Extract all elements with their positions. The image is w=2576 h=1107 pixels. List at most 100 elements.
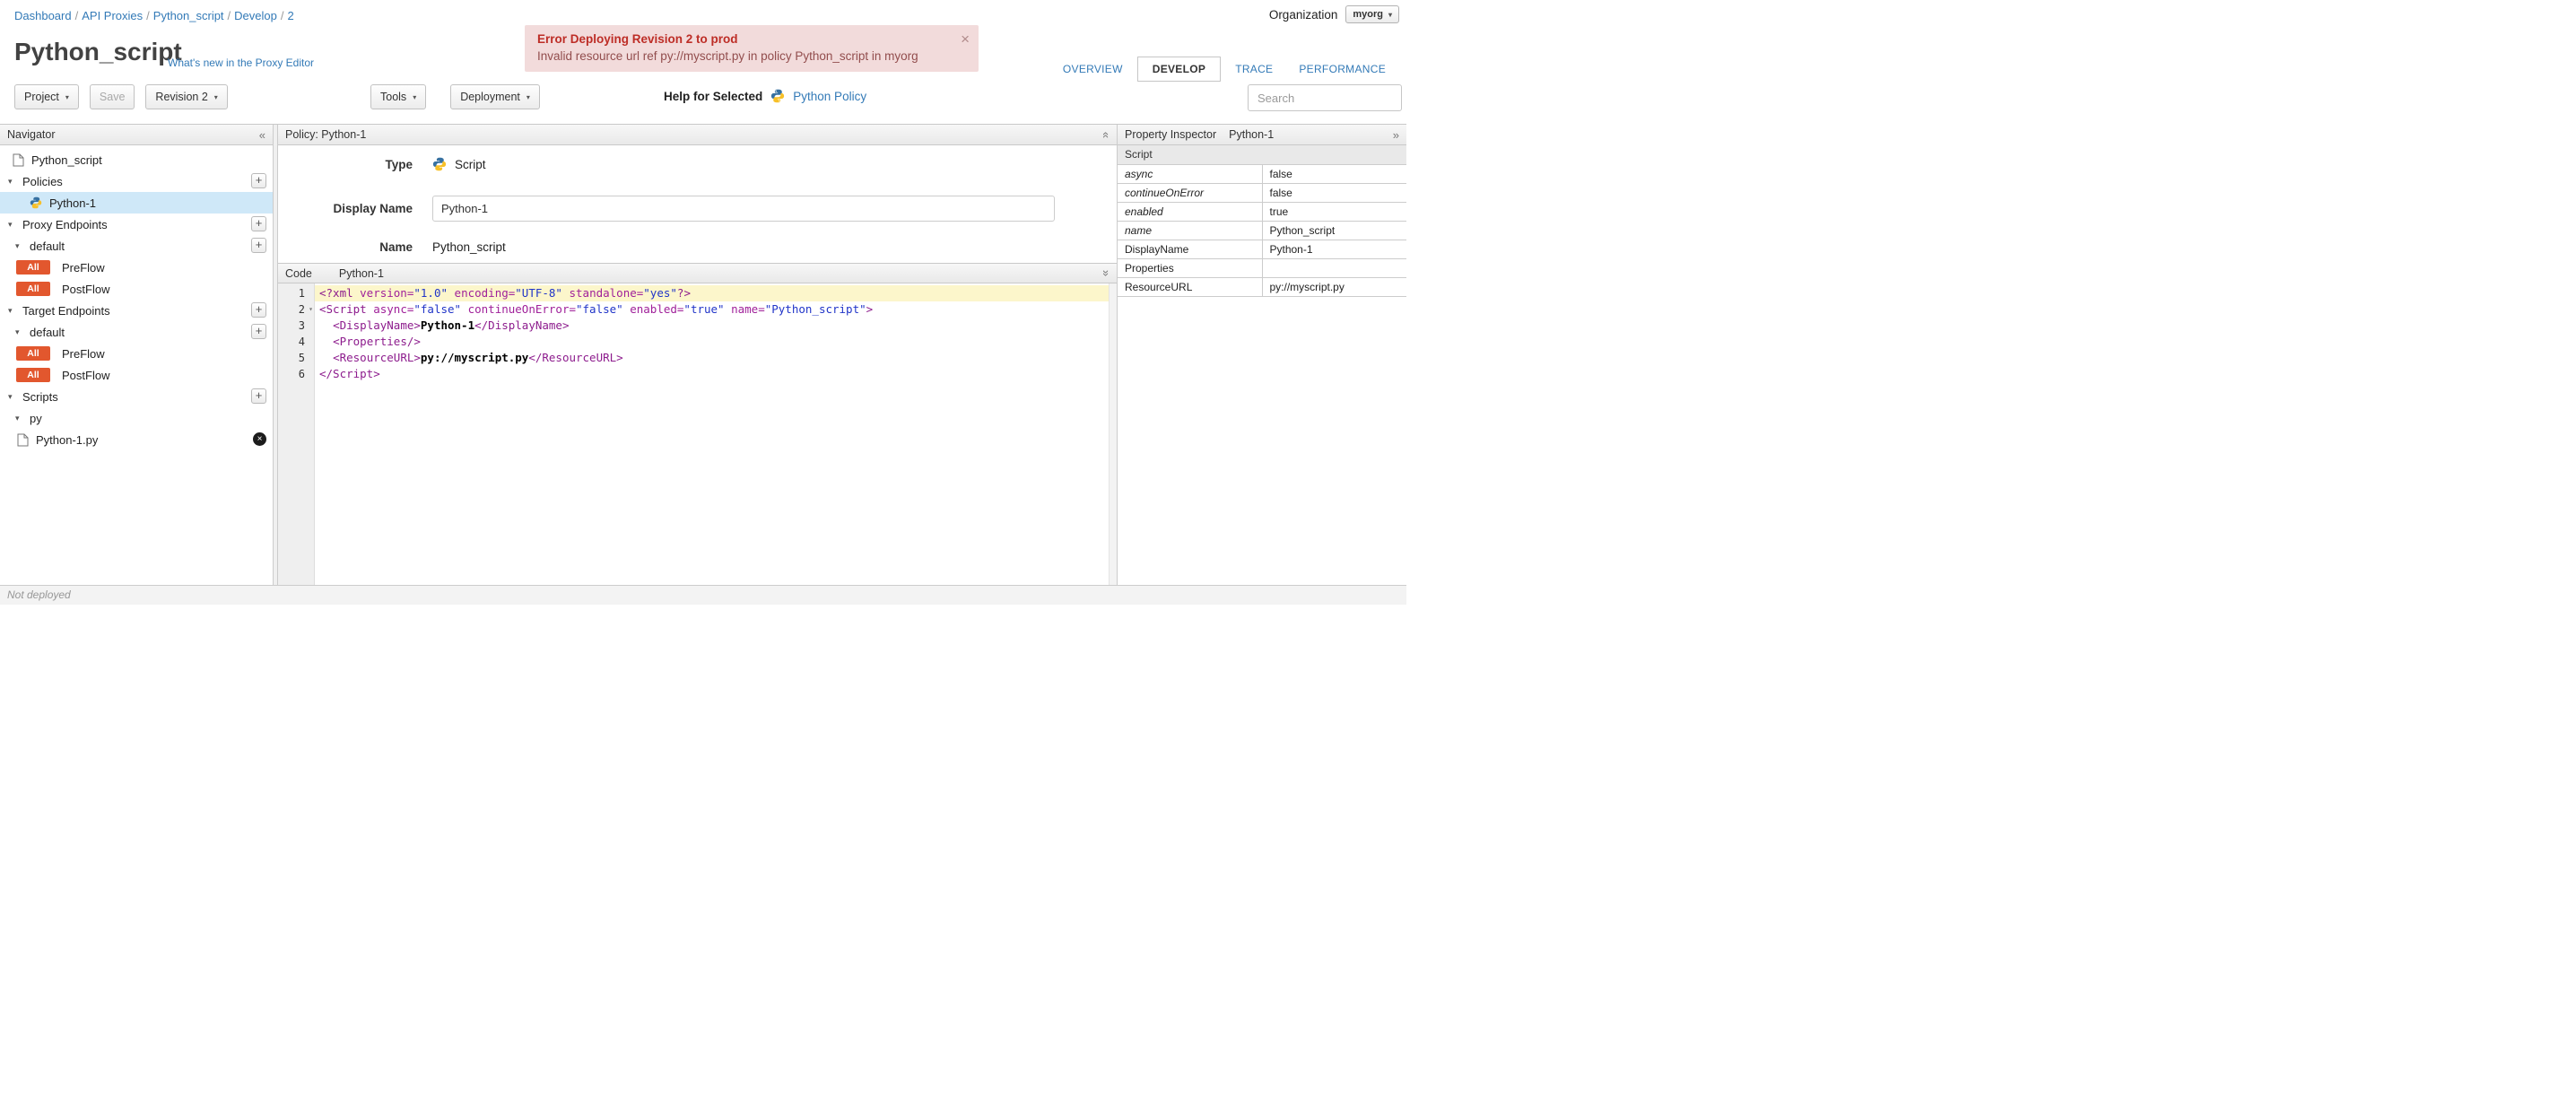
collapse-section-icon[interactable]: «: [1100, 131, 1113, 137]
code-line[interactable]: <DisplayName>Python-1</DisplayName>: [315, 318, 1109, 334]
save-button[interactable]: Save: [89, 84, 135, 109]
code-line[interactable]: <Properties/>: [315, 334, 1109, 350]
delete-script-icon[interactable]: ×: [253, 432, 266, 446]
triangle-down-icon[interactable]: ▾: [8, 220, 17, 230]
triangle-down-icon[interactable]: ▾: [8, 392, 17, 402]
line-number: 5: [298, 352, 305, 364]
deployment-menu-button[interactable]: Deployment ▾: [450, 84, 540, 109]
code-line[interactable]: <Script async="false" continueOnError="f…: [315, 301, 1109, 318]
type-label: Type: [385, 157, 413, 171]
property-key: ResourceURL: [1118, 277, 1263, 297]
toolbar-left-group: Project ▾ Save Revision 2 ▾: [14, 84, 228, 109]
line-number: 6: [298, 368, 305, 380]
breadcrumb-revision[interactable]: 2: [288, 9, 294, 22]
property-value[interactable]: true: [1262, 202, 1406, 222]
property-key: DisplayName: [1118, 240, 1263, 259]
tab-trace[interactable]: TRACE: [1223, 57, 1284, 81]
property-row-name: name Python_script: [1118, 221, 1406, 240]
property-value[interactable]: false: [1262, 164, 1406, 184]
property-key: async: [1118, 164, 1263, 184]
add-target-endpoint-button[interactable]: +: [251, 302, 266, 318]
code-editor[interactable]: 1 2 ▾ 3 4 5 6 <?xml version="1.0" encoding="UT…: [278, 283, 1117, 585]
add-proxy-flow-button[interactable]: +: [251, 238, 266, 253]
tree-item-label: PostFlow: [62, 282, 110, 296]
project-menu-button[interactable]: Project ▾: [14, 84, 79, 109]
property-inspector-title: Property Inspector: [1125, 128, 1217, 141]
tree-item-label: py: [30, 411, 42, 425]
revision-menu-button[interactable]: Revision 2 ▾: [145, 84, 228, 109]
tools-menu-label: Tools: [380, 91, 407, 103]
close-icon[interactable]: ×: [961, 31, 970, 48]
type-value: Script: [455, 157, 486, 171]
code-header: Code Python-1 »: [278, 263, 1117, 283]
caret-down-icon: ▾: [65, 92, 69, 101]
status-bar: Not deployed: [0, 585, 1406, 605]
policy-header-title: Policy: Python-1: [285, 128, 367, 141]
tree-item-proxy-postflow[interactable]: All PostFlow: [0, 278, 273, 300]
line-number: 4: [298, 336, 305, 348]
expand-section-icon[interactable]: »: [1100, 270, 1113, 276]
tree-item-python-1-py[interactable]: Python-1.py ×: [0, 429, 273, 450]
add-proxy-endpoint-button[interactable]: +: [251, 216, 266, 231]
tree-item-policy-python-1[interactable]: Python-1: [0, 192, 273, 214]
tab-overview[interactable]: OVERVIEW: [1051, 57, 1135, 81]
organization-value: myorg: [1353, 9, 1383, 20]
add-policy-button[interactable]: +: [251, 173, 266, 188]
property-row-async: async false: [1118, 164, 1406, 184]
code-line[interactable]: <?xml version="1.0" encoding="UTF-8" sta…: [315, 285, 1109, 301]
breadcrumb-api-proxies[interactable]: API Proxies: [82, 9, 143, 22]
add-target-flow-button[interactable]: +: [251, 324, 266, 339]
tree-item-proxy-preflow[interactable]: All PreFlow: [0, 257, 273, 278]
whats-new-link[interactable]: What's new in the Proxy Editor: [168, 57, 314, 69]
tree-section-target-endpoints[interactable]: ▾ Target Endpoints +: [0, 300, 273, 321]
property-value[interactable]: [1262, 258, 1406, 278]
code-scrollbar[interactable]: [1109, 283, 1117, 585]
all-badge: All: [16, 346, 50, 361]
tools-menu-button[interactable]: Tools ▾: [370, 84, 427, 109]
policy-help-link[interactable]: Python Policy: [793, 90, 866, 103]
policy-header: Policy: Python-1 «: [278, 125, 1117, 145]
code-content[interactable]: <?xml version="1.0" encoding="UTF-8" sta…: [315, 283, 1109, 585]
property-value[interactable]: false: [1262, 183, 1406, 203]
triangle-down-icon[interactable]: ▾: [15, 414, 24, 423]
collapse-panel-icon[interactable]: «: [259, 129, 265, 141]
add-script-button[interactable]: +: [251, 388, 266, 404]
property-inspector-pane: Property Inspector Python-1 » Script asy…: [1117, 125, 1406, 585]
file-icon: [13, 153, 24, 167]
tree-item-label: PreFlow: [62, 260, 105, 275]
triangle-down-icon[interactable]: ▾: [15, 327, 24, 337]
triangle-down-icon[interactable]: ▾: [8, 306, 17, 316]
code-fold-icon[interactable]: ▾: [309, 301, 313, 318]
line-number: 2 ▾: [298, 301, 313, 318]
property-value[interactable]: Python-1: [1262, 240, 1406, 259]
help-for-selected: Help for Selected Python Policy: [664, 89, 866, 103]
tree-item-proxy-default[interactable]: ▾ default +: [0, 235, 273, 257]
breadcrumb-proxy-name[interactable]: Python_script: [153, 9, 224, 22]
tree-item-target-default[interactable]: ▾ default +: [0, 321, 273, 343]
breadcrumb-develop[interactable]: Develop: [234, 9, 277, 22]
display-name-input[interactable]: [432, 196, 1055, 222]
tree-item-script-type-py[interactable]: ▾ py: [0, 407, 273, 429]
tree-item-target-preflow[interactable]: All PreFlow: [0, 343, 273, 364]
code-line[interactable]: </Script>: [315, 366, 1109, 382]
tree-section-scripts[interactable]: ▾ Scripts +: [0, 386, 273, 407]
tree-item-proxy-root[interactable]: Python_script: [0, 149, 273, 170]
error-title: Error Deploying Revision 2 to prod: [537, 32, 738, 46]
organization-dropdown[interactable]: myorg ▾: [1345, 5, 1399, 23]
property-value[interactable]: Python_script: [1262, 221, 1406, 240]
expand-panel-icon[interactable]: »: [1393, 129, 1399, 141]
property-value[interactable]: py://myscript.py: [1262, 277, 1406, 297]
python-icon: [432, 157, 447, 171]
triangle-down-icon[interactable]: ▾: [8, 177, 17, 187]
tab-develop[interactable]: DEVELOP: [1136, 57, 1222, 82]
triangle-down-icon[interactable]: ▾: [15, 241, 24, 251]
search-input[interactable]: [1248, 84, 1402, 111]
breadcrumb-dashboard[interactable]: Dashboard: [14, 9, 72, 22]
tab-performance[interactable]: PERFORMANCE: [1287, 57, 1397, 81]
display-name-label: Display Name: [333, 202, 413, 215]
tree-section-proxy-endpoints[interactable]: ▾ Proxy Endpoints +: [0, 214, 273, 235]
code-line[interactable]: <ResourceURL>py://myscript.py</ResourceU…: [315, 350, 1109, 366]
tree-item-target-postflow[interactable]: All PostFlow: [0, 364, 273, 386]
section-label: Scripts: [22, 389, 58, 404]
tree-section-policies[interactable]: ▾ Policies +: [0, 170, 273, 192]
